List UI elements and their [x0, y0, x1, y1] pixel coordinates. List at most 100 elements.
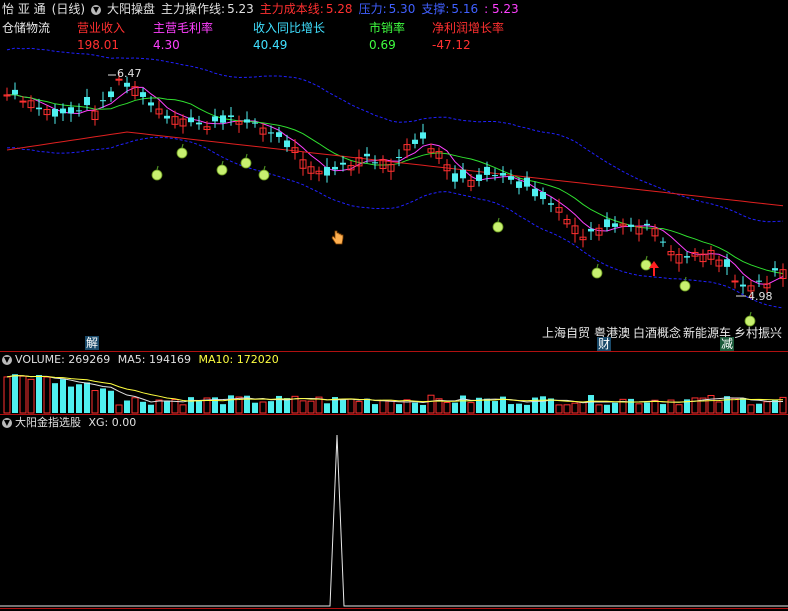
candle-body: [252, 122, 258, 124]
candles: [3, 72, 787, 299]
candle-body: [588, 228, 594, 232]
volume-bar: [52, 383, 58, 413]
candle-body: [500, 173, 506, 176]
volume-bar: [484, 398, 490, 413]
candle-body: [196, 122, 202, 125]
apple-icon: [591, 267, 603, 279]
collapse-icon[interactable]: ▼: [2, 418, 12, 428]
low-price-label: 4.98: [748, 290, 773, 303]
signal-title[interactable]: 大阳金指选股: [15, 416, 81, 429]
candle-body: [284, 140, 290, 148]
event-tag-mid[interactable]: 财: [597, 337, 611, 351]
apple-stem: [645, 255, 648, 261]
collapse-icon[interactable]: ▼: [2, 355, 12, 365]
volume-bar: [299, 400, 307, 414]
volume-bar: [763, 401, 771, 414]
apple-stem: [181, 143, 184, 149]
volume-value: 269269: [68, 353, 111, 366]
candle-body: [124, 82, 130, 87]
volume-bar: [340, 399, 346, 413]
concept-1[interactable]: 上海自贸: [542, 324, 590, 341]
ma5-label: MA5:: [117, 353, 146, 366]
candle-body: [76, 110, 82, 112]
candle-body: [60, 108, 66, 114]
candle-body: [644, 223, 650, 226]
volume-bar: [155, 399, 163, 414]
apple-icon: [176, 147, 188, 159]
candle-body: [324, 166, 330, 176]
volume-bar: [756, 403, 762, 413]
event-tag-left[interactable]: 解: [85, 336, 99, 350]
xg-label: XG:: [88, 416, 109, 429]
volume-bar: [179, 404, 187, 414]
candle-body: [244, 119, 250, 123]
candle-body: [412, 139, 418, 144]
volume-bar: [68, 386, 74, 413]
signal-line: [0, 434, 788, 607]
candle-body: [684, 256, 690, 258]
candle-body: [724, 259, 730, 267]
volume-bar: [508, 404, 514, 413]
candle-body: [731, 280, 739, 283]
candle-body: [420, 132, 426, 139]
volume-bar: [100, 388, 106, 413]
volume-bar: [492, 401, 498, 413]
volume-bar: [108, 390, 114, 413]
volume-bar: [259, 401, 267, 414]
apple-icon: [679, 280, 691, 292]
candle-body: [396, 156, 402, 158]
volume-bar: [635, 403, 643, 414]
volume-bar: [396, 404, 402, 413]
volume-bar: [747, 404, 755, 414]
volume-bar: [452, 402, 458, 413]
candle-body: [340, 162, 346, 165]
volume-bar: [555, 404, 563, 414]
candlestick-chart[interactable]: [0, 0, 788, 611]
candle-body: [604, 219, 610, 228]
volume-bars: [3, 374, 787, 414]
signal-spike-line: [0, 434, 788, 607]
signal-header: ▼ 大阳金指选股 XG: 0.00: [2, 416, 136, 430]
volume-bar: [131, 397, 139, 414]
volume-bar: [140, 401, 146, 413]
volume-label: VOLUME:: [15, 353, 65, 366]
volume-bar: [443, 402, 451, 414]
volume-bar: [460, 395, 466, 413]
candle-body: [772, 268, 778, 271]
candle-body: [12, 89, 18, 95]
volume-bar: [364, 398, 370, 413]
concept-5[interactable]: 乡村振兴: [734, 324, 782, 341]
volume-bar: [628, 398, 634, 413]
ma-long-line: [6, 131, 784, 207]
apple-markers: [151, 143, 756, 327]
band-lines: [6, 47, 784, 309]
volume-bar: [740, 397, 746, 413]
volume-bar: [420, 404, 426, 413]
volume-bar: [604, 404, 610, 413]
apple-icon: [640, 259, 652, 271]
volume-bar: [588, 395, 594, 413]
candle-body: [628, 224, 634, 227]
candle-body: [756, 280, 762, 282]
candle-body: [740, 284, 746, 287]
candle-body: [460, 169, 466, 179]
xg-value: 0.00: [111, 416, 137, 429]
volume-bar: [3, 376, 11, 414]
concept-3[interactable]: 白酒概念: [633, 324, 681, 341]
candle-body: [660, 241, 666, 243]
event-tag-right[interactable]: 减: [720, 337, 734, 351]
volume-bar: [36, 374, 42, 413]
candle-body: [100, 100, 106, 102]
hand-cursor-icon: [331, 230, 344, 245]
candle-body: [276, 132, 282, 137]
volume-bar: [724, 396, 730, 413]
volume-bar: [19, 375, 27, 414]
volume-bar: [252, 402, 258, 413]
candle-body: [484, 166, 490, 175]
volume-bar: [731, 397, 739, 414]
volume-bar: [84, 382, 90, 413]
moving-averages: [6, 86, 784, 285]
candle-body: [364, 153, 370, 157]
volume-bar: [268, 401, 274, 413]
candle-body: [19, 100, 27, 103]
